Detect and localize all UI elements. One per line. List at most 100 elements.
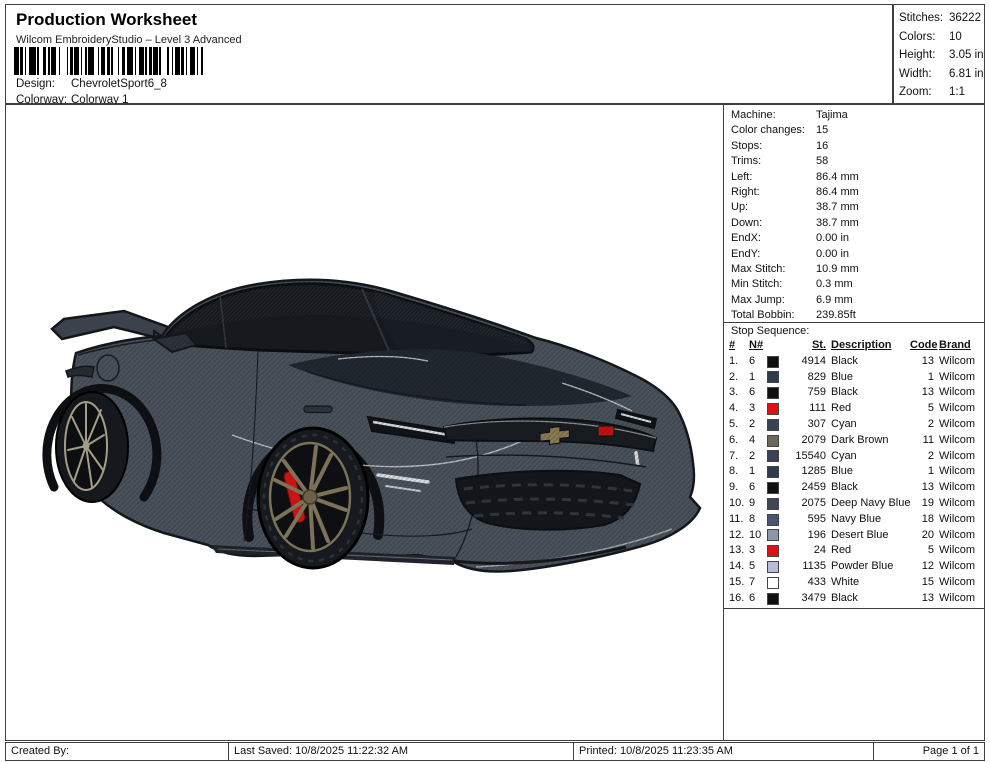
thread-color-swatch: [767, 434, 779, 447]
seq-description: Cyan: [831, 417, 857, 430]
stop-sequence-endline: [724, 607, 984, 609]
stop-sequence-row: 16. 6 3479 Black 13 Wilcom: [724, 591, 984, 607]
thread-color-swatch: [767, 513, 779, 526]
seq-stitches: 1135: [802, 560, 826, 573]
seq-description: Red: [831, 402, 852, 415]
seq-swatch-cell: [767, 559, 789, 575]
seq-needle: 3: [749, 402, 756, 415]
col-needle: N#: [749, 339, 764, 351]
barcode-bar: [202, 47, 208, 75]
seq-stitches: 111: [809, 402, 826, 415]
barcode: [14, 47, 252, 75]
seq-needle: 9: [749, 496, 756, 509]
seq-description: Dark Brown: [831, 433, 889, 446]
machine-info-row-label: Min Stitch:: [731, 278, 783, 291]
machine-info-row: Down: 38.7 mm: [731, 216, 984, 231]
machine-info-row-value: 38.7 mm: [816, 201, 859, 214]
seq-num: 8.: [729, 465, 739, 478]
summary-row-label: Height:: [899, 49, 936, 62]
thread-color-swatch: [767, 497, 779, 510]
seq-description: Black: [831, 591, 858, 604]
seq-num: 2.: [729, 370, 739, 383]
seq-needle: 6: [749, 591, 756, 604]
design-preview-pane: [6, 105, 723, 740]
seq-stitches: 3479: [801, 591, 826, 604]
machine-info-row: Total Bobbin: 239.85ft: [731, 308, 984, 323]
seq-num: 14.: [729, 560, 745, 573]
machine-info-row-value: 0.3 mm: [816, 278, 853, 291]
seq-description: Red: [831, 544, 852, 557]
thread-color-swatch: [767, 561, 779, 574]
seq-code: 5: [927, 402, 934, 415]
stop-sequence-row: 2. 1 829 Blue 1 Wilcom: [724, 370, 984, 386]
design-summary-panel: Stitches: 36222 Colors: 10 Height: 3.05 in Wid…: [893, 4, 985, 104]
thread-color-swatch: [767, 529, 779, 542]
design-preview-car: [42, 278, 702, 573]
seq-stitches: 15540: [795, 449, 826, 462]
seq-code: 2: [927, 417, 934, 430]
seq-num: 9.: [729, 481, 739, 494]
seq-brand: Wilcom: [939, 560, 976, 573]
machine-info-row: Max Jump: 6.9 mm: [731, 293, 984, 308]
seq-needle: 10: [749, 528, 762, 541]
stop-sequence-header: # N# St. Description Code Brand: [724, 338, 984, 354]
machine-info-row: Color changes: 15: [731, 123, 984, 138]
machine-info-row-label: Max Jump:: [731, 293, 785, 306]
thread-color-swatch: [767, 450, 779, 463]
thread-color-swatch: [767, 482, 779, 495]
seq-swatch-cell: [767, 464, 789, 480]
thread-color-swatch: [767, 355, 779, 368]
seq-needle: 2: [749, 449, 756, 462]
software-subtitle: Wilcom EmbroideryStudio – Level 3 Advanc…: [16, 34, 242, 46]
machine-info-row-value: 10.9 mm: [816, 263, 859, 276]
seq-swatch-cell: [767, 512, 789, 528]
seq-stitches: 2459: [801, 481, 826, 494]
page-title: Production Worksheet: [16, 10, 198, 29]
stop-sequence-row: 10. 9 2075 Deep Navy Blue 19 Wilcom: [724, 496, 984, 512]
stop-sequence-row: 8. 1 1285 Blue 1 Wilcom: [724, 464, 984, 480]
summary-row-value: 36222: [949, 12, 981, 24]
seq-brand: Wilcom: [939, 370, 976, 383]
worksheet-body: Machine: Tajima Color changes: 15 Stops: 16 Tr…: [5, 104, 985, 741]
seq-description: Black: [831, 386, 858, 399]
seq-needle: 4: [749, 433, 756, 446]
col-code: Code: [910, 339, 938, 351]
thread-color-swatch: [767, 592, 779, 605]
seq-brand: Wilcom: [939, 528, 976, 541]
seq-brand: Wilcom: [939, 481, 976, 494]
seq-needle: 5: [749, 560, 756, 573]
summary-row-value: 1:1: [949, 86, 965, 99]
seq-num: 5.: [729, 417, 739, 430]
seq-brand: Wilcom: [939, 354, 976, 367]
summary-row: Width: 6.81 in: [899, 65, 984, 84]
seq-swatch-cell: [767, 433, 789, 449]
machine-info-row-label: Max Stitch:: [731, 263, 786, 276]
seq-brand: Wilcom: [939, 496, 976, 509]
footer-last-saved: Last Saved: 10/8/2025 11:22:32 AM: [228, 742, 574, 761]
summary-row: Stitches: 36222: [899, 9, 984, 28]
seq-code: 13: [921, 386, 934, 399]
seq-num: 10.: [729, 496, 745, 509]
seq-needle: 6: [749, 481, 756, 494]
machine-info: Machine: Tajima Color changes: 15 Stops: 16 Tr…: [724, 105, 984, 323]
stop-sequence-row: 6. 4 2079 Dark Brown 11 Wilcom: [724, 433, 984, 449]
seq-needle: 1: [749, 370, 756, 383]
footer-page-number: Page 1 of 1: [873, 742, 985, 761]
machine-info-row-value: 15: [816, 124, 829, 137]
seq-code: 19: [921, 496, 934, 509]
machine-info-row-value: 86.4 mm: [816, 186, 859, 199]
stop-sequence-row: 13. 3 24 Red 5 Wilcom: [724, 543, 984, 559]
seq-needle: 3: [749, 544, 756, 557]
seq-stitches: 307: [807, 417, 826, 430]
summary-row-value: 6.81 in: [949, 67, 984, 80]
seq-num: 1.: [729, 354, 739, 367]
seq-stitches: 2075: [801, 496, 826, 509]
wheel-hub: [302, 489, 318, 505]
seq-brand: Wilcom: [939, 449, 976, 462]
footer-created-by: Created By:: [5, 742, 229, 761]
col-swatch: [767, 338, 789, 354]
seq-code: 18: [921, 512, 934, 525]
machine-info-row: Right: 86.4 mm: [731, 185, 984, 200]
machine-info-row-value: 0.00 in: [816, 232, 850, 245]
seq-code: 2: [927, 449, 934, 462]
